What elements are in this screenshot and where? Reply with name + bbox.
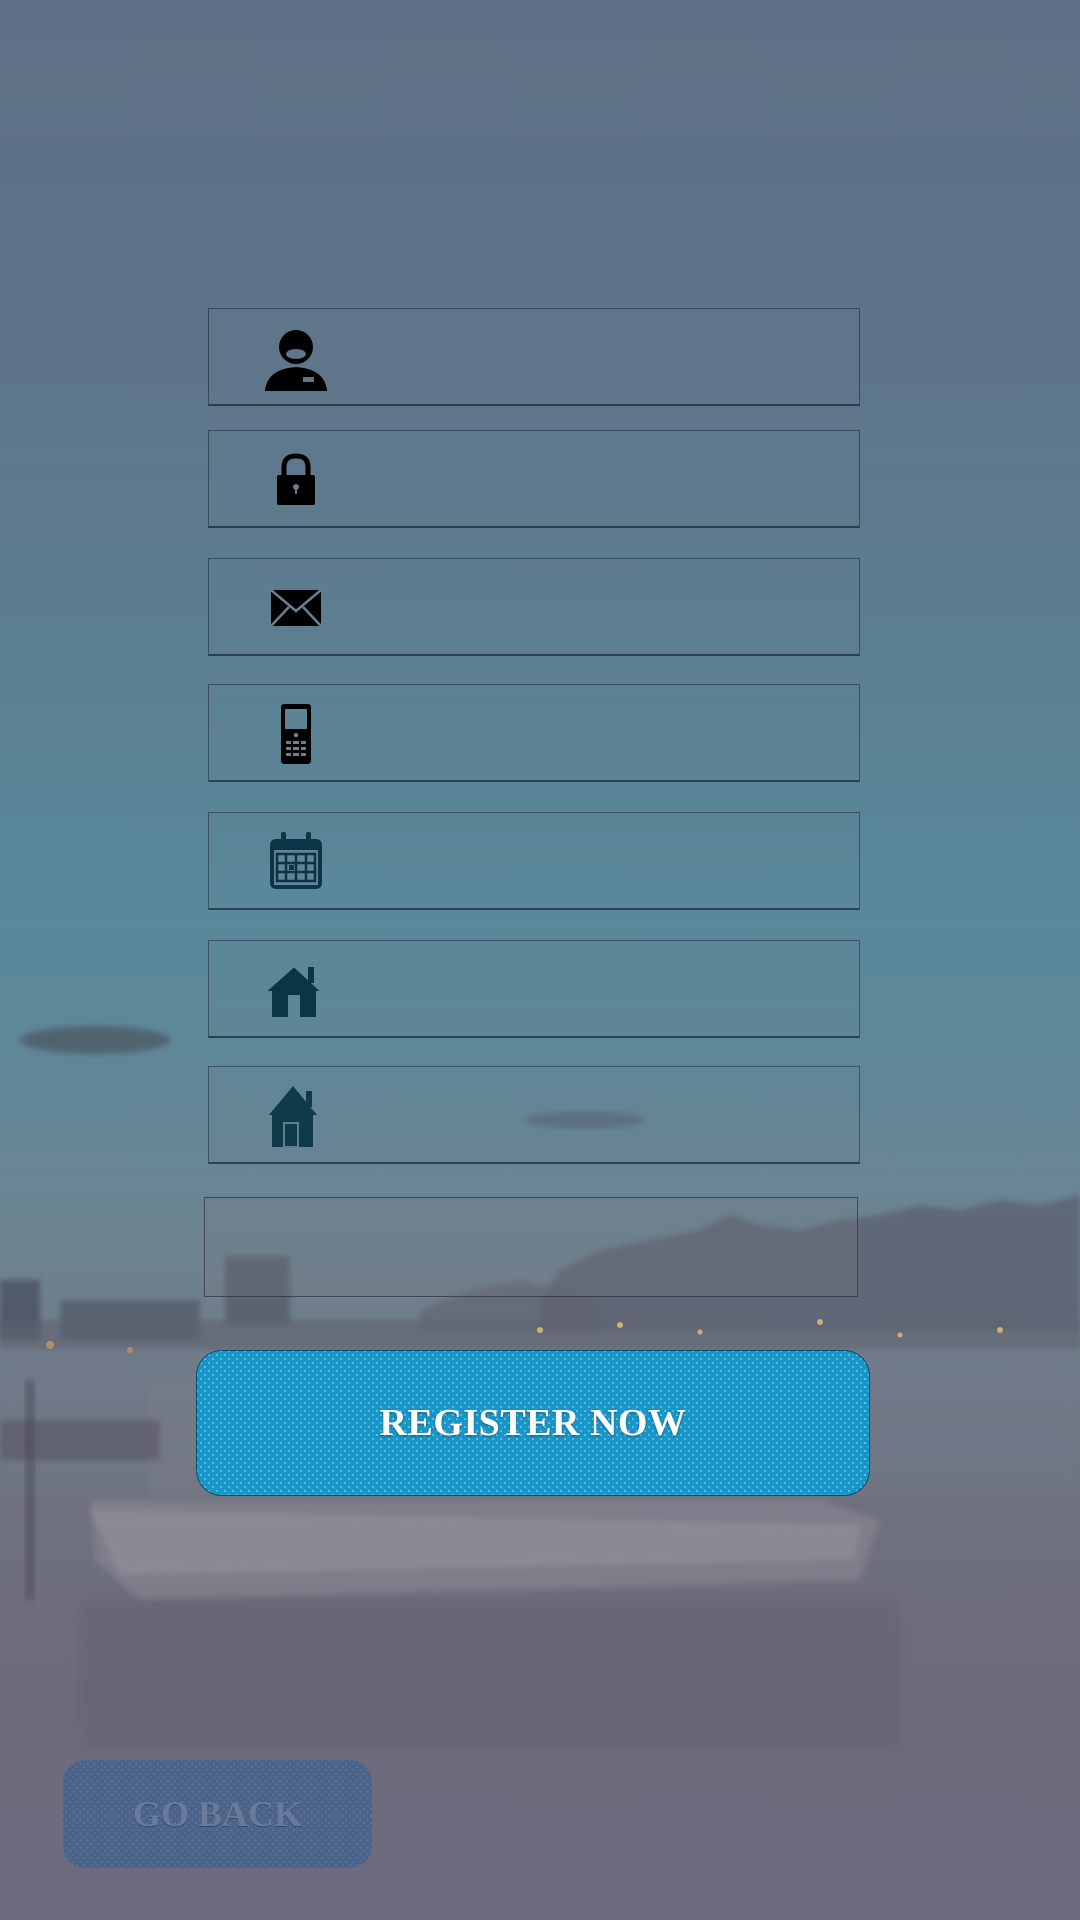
go-back-label: GO BACK <box>132 1794 302 1834</box>
address-2-field[interactable] <box>208 1066 860 1165</box>
lock-icon <box>261 445 331 515</box>
mobile-phone-icon <box>261 699 331 769</box>
house-icon <box>261 955 331 1025</box>
username-field[interactable] <box>208 308 860 407</box>
extra-field[interactable] <box>204 1197 858 1297</box>
password-field[interactable] <box>208 430 860 529</box>
username-input[interactable] <box>349 309 853 407</box>
address-2-input[interactable] <box>349 1067 853 1165</box>
address-field[interactable] <box>208 940 860 1039</box>
address-input[interactable] <box>349 941 853 1039</box>
phone-input[interactable] <box>349 685 853 783</box>
date-input[interactable] <box>349 813 853 911</box>
email-input[interactable] <box>349 559 853 657</box>
extra-input[interactable] <box>205 1198 857 1296</box>
date-field[interactable] <box>208 812 860 911</box>
user-icon <box>261 323 331 393</box>
register-now-label: REGISTER NOW <box>379 1402 687 1444</box>
phone-field[interactable] <box>208 684 860 783</box>
register-now-button[interactable]: REGISTER NOW <box>196 1350 870 1496</box>
calendar-icon <box>261 827 331 897</box>
home-icon <box>261 1081 331 1151</box>
password-input[interactable] <box>349 431 853 529</box>
email-field[interactable] <box>208 558 860 657</box>
go-back-button[interactable]: GO BACK <box>63 1760 372 1868</box>
envelope-icon <box>261 573 331 643</box>
